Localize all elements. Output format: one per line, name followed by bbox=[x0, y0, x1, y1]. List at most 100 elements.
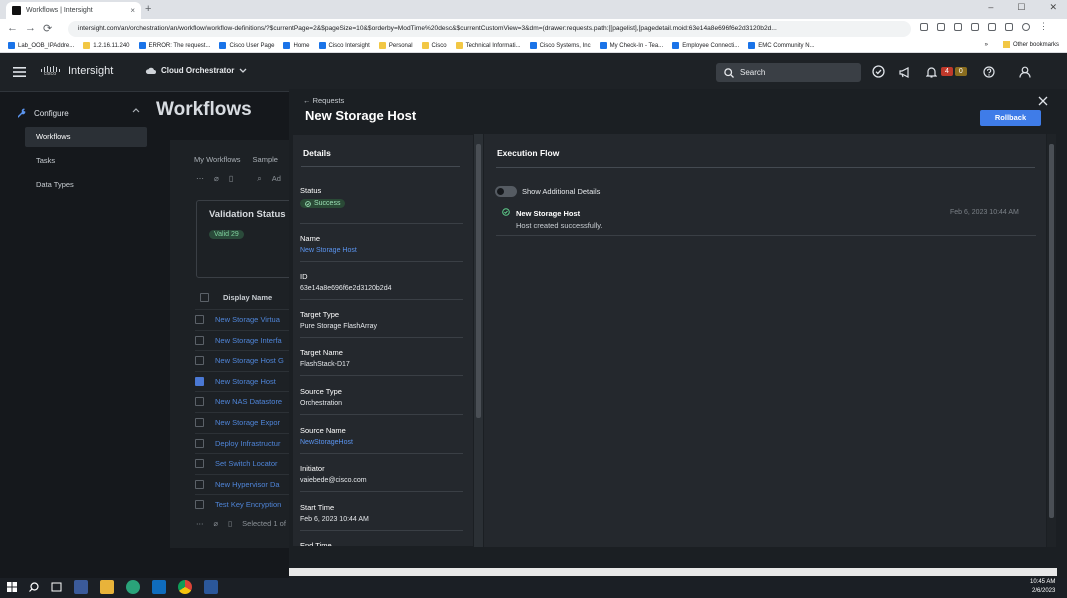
sidebar-item-workflows[interactable]: Workflows bbox=[25, 127, 147, 147]
table-row[interactable]: Deploy Infrastructur bbox=[195, 432, 295, 453]
bookmark-item[interactable]: Cisco Systems, Inc bbox=[529, 42, 591, 49]
bookmark-item[interactable]: My Check-In - Tea... bbox=[599, 42, 663, 49]
tab-sample[interactable]: Sample bbox=[253, 155, 278, 164]
bookmark-item[interactable]: 1.2.16.11.240 bbox=[83, 42, 130, 49]
share-icon[interactable] bbox=[920, 23, 928, 31]
user-profile-icon[interactable] bbox=[1019, 66, 1031, 78]
extensions-puzzle-icon[interactable] bbox=[988, 23, 996, 31]
details-scrollbar[interactable] bbox=[474, 134, 483, 547]
bookmark-item[interactable]: EMC Community N... bbox=[748, 42, 815, 49]
system-clock[interactable]: 10:45 AM 2/6/2023 bbox=[1030, 578, 1055, 596]
row-checkbox-checked[interactable] bbox=[195, 376, 204, 386]
outlook-icon[interactable] bbox=[152, 580, 166, 594]
critical-alarm-count[interactable]: 4 bbox=[941, 67, 953, 76]
valid-count-badge[interactable]: Valid 29 bbox=[209, 230, 244, 239]
workflow-name-link[interactable]: New Hypervisor Da bbox=[215, 480, 280, 489]
reload-icon[interactable]: ⟳ bbox=[43, 22, 52, 35]
workflow-name-link[interactable]: New Storage Host G bbox=[215, 356, 284, 365]
sidebar-item-tasks[interactable]: Tasks bbox=[36, 156, 55, 165]
table-row[interactable]: New Storage Virtua bbox=[195, 309, 295, 329]
show-additional-details-toggle[interactable] bbox=[495, 186, 517, 197]
add-filter-text[interactable]: Ad bbox=[272, 174, 281, 184]
table-row[interactable]: New Storage Host G bbox=[195, 350, 295, 370]
new-tab-button[interactable]: + bbox=[145, 3, 151, 15]
scrollbar-thumb[interactable] bbox=[476, 144, 481, 418]
bookmark-item[interactable]: Cisco Intersight bbox=[318, 42, 370, 49]
table-row[interactable]: New Hypervisor Da bbox=[195, 473, 295, 494]
bookmark-item[interactable]: ERROR: The request... bbox=[138, 42, 210, 49]
table-row[interactable]: Set Switch Locator bbox=[195, 453, 295, 473]
hamburger-menu-icon[interactable] bbox=[13, 67, 26, 77]
minimize-icon[interactable]: – bbox=[988, 2, 993, 13]
table-row[interactable]: New Storage Expor bbox=[195, 412, 295, 432]
table-row[interactable]: New Storage Host bbox=[195, 370, 295, 391]
workflow-name-link[interactable]: New Storage Interfa bbox=[215, 336, 282, 345]
bookmark-item[interactable]: Employee Connecti... bbox=[672, 42, 739, 49]
table-row[interactable]: Test Key Encryption bbox=[195, 494, 295, 514]
row-checkbox[interactable] bbox=[195, 438, 204, 448]
workflow-name-link[interactable]: Deploy Infrastructur bbox=[215, 439, 280, 448]
windows-start-icon[interactable] bbox=[7, 582, 17, 592]
select-all-checkbox[interactable] bbox=[200, 293, 209, 302]
breadcrumb-requests[interactable]: ← Requests bbox=[303, 96, 344, 105]
row-checkbox[interactable] bbox=[195, 459, 204, 469]
search-icon[interactable]: ⌕ bbox=[257, 174, 261, 184]
workflow-name-link[interactable]: New Storage Expor bbox=[215, 418, 280, 427]
requests-check-icon[interactable] bbox=[872, 65, 885, 78]
chrome-icon[interactable] bbox=[178, 580, 192, 594]
more-actions-icon[interactable]: ⋯ bbox=[196, 174, 204, 184]
task-name[interactable]: New Storage Host bbox=[516, 209, 580, 218]
sidebar-item-data-types[interactable]: Data Types bbox=[36, 180, 74, 189]
row-checkbox[interactable] bbox=[195, 397, 204, 407]
tag-icon[interactable]: ⌀ bbox=[214, 174, 219, 184]
table-row[interactable]: New NAS Datastore bbox=[195, 391, 295, 411]
extension-icon[interactable] bbox=[954, 23, 962, 31]
word-icon[interactable] bbox=[204, 580, 218, 594]
delete-icon[interactable]: ▯ bbox=[229, 174, 233, 184]
file-explorer-icon[interactable] bbox=[100, 580, 114, 594]
forward-icon[interactable]: → bbox=[25, 22, 36, 34]
bookmark-item[interactable]: Technical Informati... bbox=[455, 42, 521, 49]
horizontal-scrollbar[interactable] bbox=[289, 568, 1057, 576]
announcement-megaphone-icon[interactable] bbox=[899, 66, 912, 78]
bookmark-item[interactable]: Personal bbox=[378, 42, 413, 49]
row-checkbox[interactable] bbox=[195, 335, 204, 345]
bookmark-item[interactable]: Cisco bbox=[421, 42, 447, 49]
column-display-name[interactable]: Display Name bbox=[223, 293, 272, 302]
row-checkbox[interactable] bbox=[195, 356, 204, 366]
row-checkbox[interactable] bbox=[195, 418, 204, 427]
more-menu-icon[interactable]: ⋮ bbox=[1039, 22, 1048, 31]
workflow-name-link[interactable]: New Storage Host bbox=[215, 377, 276, 386]
bookmarks-more[interactable]: » bbox=[985, 42, 988, 48]
nav-section-configure[interactable]: Configure bbox=[16, 108, 69, 118]
tag-icon[interactable]: ⌀ bbox=[214, 519, 219, 528]
taskbar-search-icon[interactable] bbox=[29, 582, 39, 592]
side-panel-icon[interactable] bbox=[1005, 23, 1013, 31]
other-bookmarks[interactable]: » Other bookmarks bbox=[985, 41, 1059, 48]
close-window-icon[interactable]: ✕ bbox=[1049, 2, 1057, 13]
browser-tab[interactable]: Workflows | Intersight × bbox=[6, 2, 141, 19]
url-field[interactable]: intersight.com/an/orchestration/an/workf… bbox=[68, 21, 911, 37]
back-icon[interactable]: ← bbox=[7, 22, 18, 34]
app-icon[interactable] bbox=[74, 580, 88, 594]
webex-icon[interactable] bbox=[126, 580, 140, 594]
workflow-name-link[interactable]: New Storage Virtua bbox=[215, 315, 280, 324]
delete-icon[interactable]: ▯ bbox=[228, 519, 232, 528]
more-actions-icon[interactable]: ⋯ bbox=[196, 519, 204, 528]
detail-field-link[interactable]: New Storage Host bbox=[300, 247, 357, 254]
row-checkbox[interactable] bbox=[195, 479, 204, 489]
bookmark-item[interactable]: Lab_OOB_IPAddre... bbox=[8, 42, 74, 49]
chevron-up-icon[interactable] bbox=[132, 108, 140, 113]
task-view-icon[interactable] bbox=[51, 582, 62, 592]
profile-icon[interactable] bbox=[1022, 23, 1030, 31]
rollback-button[interactable]: Rollback bbox=[980, 110, 1041, 126]
workflow-name-link[interactable]: New NAS Datastore bbox=[215, 397, 282, 406]
warning-alarm-count[interactable]: 0 bbox=[954, 67, 967, 76]
extension-icon[interactable] bbox=[971, 23, 979, 31]
alarm-bell-icon[interactable] bbox=[926, 66, 937, 78]
intersight-logo[interactable]: cisco Intersight bbox=[40, 65, 113, 77]
bookmark-item[interactable]: Home bbox=[283, 42, 310, 49]
workflow-name-link[interactable]: Set Switch Locator bbox=[215, 459, 278, 468]
maximize-icon[interactable]: ☐ bbox=[1017, 2, 1025, 13]
execution-scrollbar[interactable] bbox=[1047, 134, 1056, 547]
